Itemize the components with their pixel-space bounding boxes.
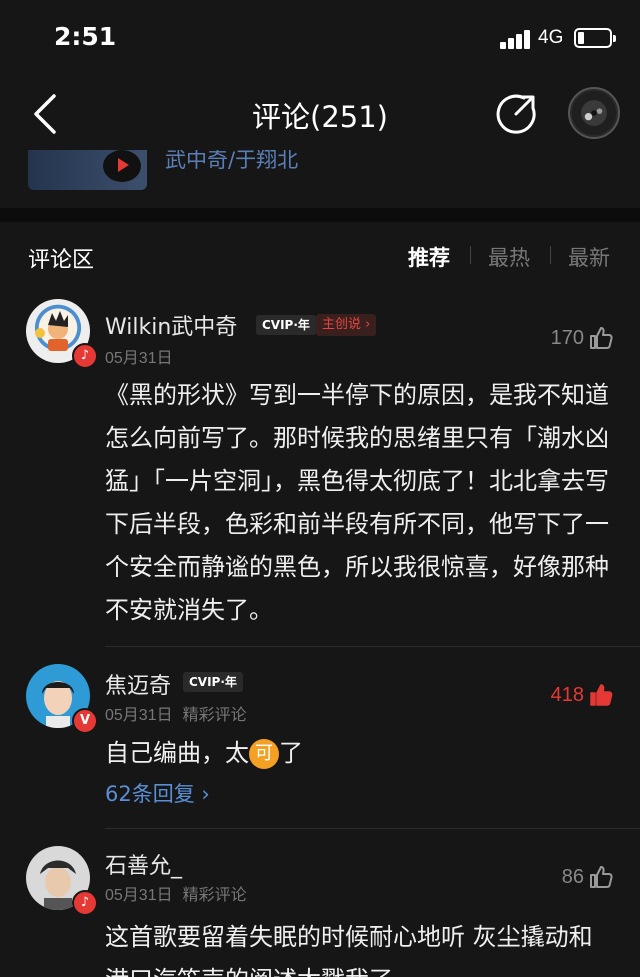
like-count: 170	[550, 326, 584, 349]
view-replies-link[interactable]: 62条回复 ›	[105, 778, 210, 808]
avatar[interactable]: ♪	[26, 299, 98, 369]
comment-username[interactable]: 石善允_	[105, 848, 182, 880]
comment-text: 这首歌要留着失眠的时候耐心地听 灰尘撬动和港口汽笛声的阐述太戳我了	[105, 923, 593, 977]
comment-username[interactable]: 焦迈奇	[105, 668, 171, 700]
music-badge-icon: ♪	[72, 343, 98, 369]
tab-latest[interactable]: 最新	[568, 242, 610, 272]
song-info-strip[interactable]: 武中奇/于翔北	[0, 150, 640, 208]
row-divider	[105, 828, 640, 829]
nav-bar: 评论(251)	[0, 80, 640, 150]
avatar[interactable]: ♪	[26, 846, 98, 916]
like-button[interactable]: 86	[562, 864, 614, 890]
vip-badge: CVIP·年	[256, 315, 316, 335]
play-icon[interactable]	[103, 150, 141, 182]
tab-recommended[interactable]: 推荐	[408, 242, 450, 272]
share-icon[interactable]	[494, 92, 538, 136]
like-count: 418	[550, 683, 584, 706]
thumbs-up-icon	[590, 866, 613, 888]
thumbs-up-filled-icon	[590, 684, 613, 706]
creator-badge-label: 主创说	[322, 317, 362, 332]
section-title: 评论区	[28, 248, 95, 273]
like-button[interactable]: 418	[551, 682, 614, 708]
album-avatar[interactable]	[568, 87, 620, 139]
comment-text: 自己编曲，太可了	[105, 732, 610, 775]
replies-count: 62条回复	[105, 782, 195, 806]
featured-tag: 精彩评论	[182, 885, 247, 904]
comment-date: 05月31日	[105, 350, 173, 367]
emoji-ke-icon: 可	[249, 739, 279, 769]
comment-date: 05月31日	[105, 887, 173, 904]
row-divider	[105, 646, 640, 647]
thumbs-up-icon	[590, 327, 613, 349]
section-divider	[0, 208, 640, 222]
tab-separator	[470, 246, 471, 264]
comment-text-start: 自己编曲，太	[105, 739, 249, 767]
like-count: 86	[561, 865, 584, 888]
music-badge-icon: ♪	[72, 890, 98, 916]
network-label: 4G	[538, 27, 564, 48]
status-bar: 2:51 4G	[0, 0, 640, 80]
comment-meta: 05月31日 精彩评论	[105, 881, 247, 905]
comment-date: 05月31日	[105, 707, 173, 724]
tab-separator	[550, 246, 551, 264]
vip-badge: CVIP·年	[183, 672, 243, 692]
comment-meta: 05月31日 精彩评论	[105, 701, 247, 725]
comment-section-header: 评论区 推荐 最热 最新	[0, 222, 640, 288]
featured-tag: 精彩评论	[182, 705, 247, 724]
status-time: 2:51	[54, 22, 117, 51]
comment-username[interactable]: Wilkin武中奇	[105, 309, 237, 341]
page-title: 评论(251)	[252, 100, 388, 134]
comment-text: 《黑的形状》写到一半停下的原因，是我不知道怎么向前写了。那时候我的思绪里只有「潮…	[105, 381, 609, 624]
like-button[interactable]: 170	[551, 325, 614, 351]
song-artists: 武中奇/于翔北	[165, 150, 299, 172]
creator-badge[interactable]: 主创说 ›	[316, 314, 377, 336]
tab-hottest[interactable]: 最热	[488, 242, 530, 272]
comment-meta: 05月31日	[105, 344, 173, 368]
comment-text-end: 了	[279, 739, 303, 767]
signal-icon	[500, 29, 532, 49]
verified-badge: V	[72, 708, 98, 734]
avatar[interactable]: V	[26, 664, 98, 734]
battery-icon	[574, 28, 616, 48]
